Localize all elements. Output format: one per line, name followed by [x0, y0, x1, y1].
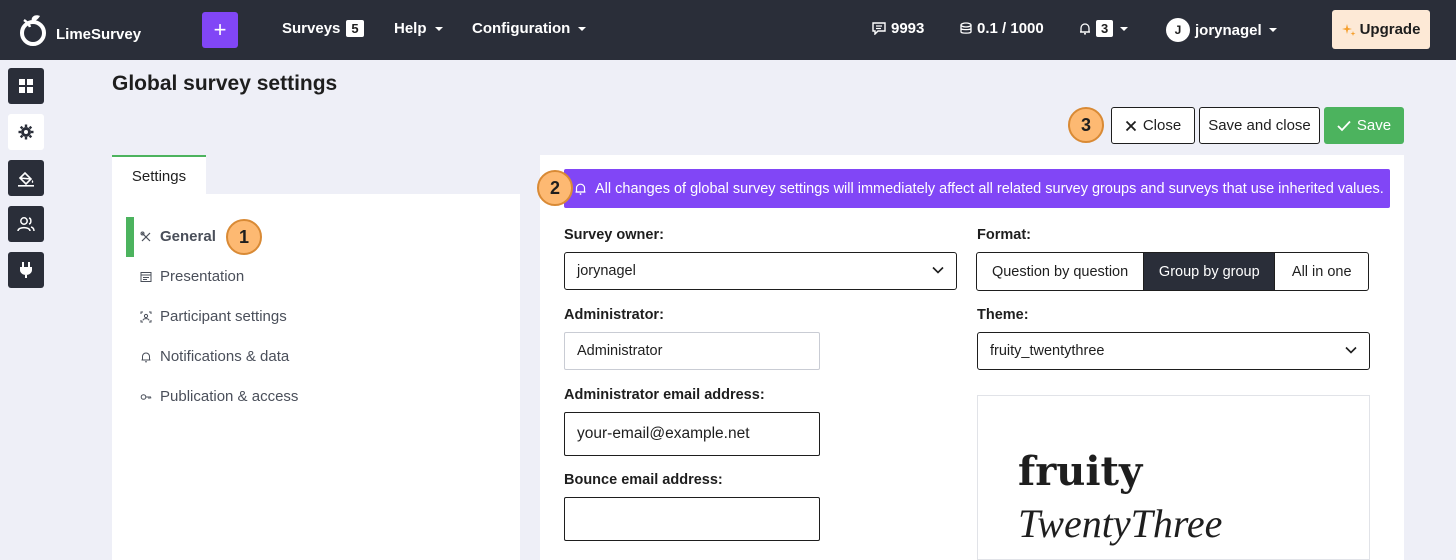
save-and-close-button[interactable]: Save and close — [1199, 107, 1320, 144]
sidebar-item-label: Participant settings — [160, 308, 287, 325]
close-button[interactable]: Close — [1111, 107, 1195, 144]
upgrade-button[interactable]: Upgrade — [1332, 10, 1430, 49]
bell-icon — [1080, 23, 1090, 35]
theme-select[interactable]: fruity_twentythree — [977, 332, 1370, 370]
chat-icon — [872, 22, 886, 35]
user-menu[interactable]: J jorynagel — [1166, 18, 1277, 42]
surveys-count-badge: 5 — [346, 20, 364, 37]
format-option-all-in-one[interactable]: All in one — [1275, 253, 1368, 290]
sidebar-item-participant-settings[interactable]: Participant settings — [140, 308, 287, 325]
callout-3: 3 — [1068, 107, 1104, 143]
administrator-label: Administrator: — [564, 307, 664, 323]
chevron-down-icon — [578, 26, 587, 31]
presentation-icon — [140, 271, 152, 282]
settings-nav-panel — [112, 194, 520, 560]
nav-configuration[interactable]: Configuration — [472, 20, 587, 37]
chevron-down-icon — [1345, 346, 1357, 354]
limesurvey-logo-icon — [20, 15, 46, 46]
save-button[interactable]: Save — [1324, 107, 1404, 144]
save-label: Save — [1356, 117, 1392, 134]
sidebar-item-presentation[interactable]: Presentation — [140, 268, 244, 285]
rail-theme-button[interactable] — [8, 160, 44, 196]
responses-stat[interactable]: 9993 — [872, 20, 924, 37]
avatar: J — [1166, 18, 1190, 42]
rail-settings-button[interactable] — [8, 114, 44, 150]
admin-email-field[interactable]: your-email@example.net — [564, 412, 820, 456]
storage-value: 0.1 / 1000 — [977, 20, 1044, 37]
sidebar-item-publication-access[interactable]: Publication & access — [140, 388, 298, 405]
theme-preview: fruity TwentyThree — [977, 395, 1370, 560]
close-icon — [1125, 120, 1136, 131]
rail-users-button[interactable] — [8, 206, 44, 242]
bounce-email-field[interactable] — [564, 497, 820, 541]
nav-surveys[interactable]: Surveys 5 — [282, 20, 364, 37]
brand-name: LimeSurvey — [56, 25, 142, 43]
chevron-down-icon — [932, 266, 944, 274]
nav-help[interactable]: Help — [394, 20, 443, 37]
tools-icon — [140, 231, 151, 241]
theme-value: fruity_twentythree — [990, 343, 1105, 359]
format-option-question-by-question[interactable]: Question by question — [977, 253, 1145, 290]
save-and-close-label: Save and close — [1208, 117, 1311, 134]
survey-owner-value: jorynagel — [577, 263, 636, 279]
key-icon — [140, 393, 152, 400]
participant-icon — [140, 311, 152, 322]
plugin-icon — [20, 262, 32, 278]
responses-count: 9993 — [891, 20, 925, 37]
format-label: Format: — [977, 227, 1031, 243]
plus-icon: + — [213, 17, 227, 42]
paint-bucket-icon — [18, 171, 34, 187]
rail-dashboard-button[interactable] — [8, 68, 44, 104]
theme-preview-subtitle: TwentyThree — [1018, 501, 1223, 546]
nav-configuration-label: Configuration — [472, 20, 571, 37]
callout-1: 1 — [226, 219, 262, 255]
tab-settings[interactable]: Settings — [112, 155, 206, 195]
page-title: Global survey settings — [112, 72, 338, 95]
bounce-email-label: Bounce email address: — [564, 472, 723, 488]
upgrade-label: Upgrade — [1359, 21, 1421, 38]
sidebar-item-label: Presentation — [160, 268, 245, 285]
administrator-field[interactable]: Administrator — [564, 332, 820, 370]
alert-text: All changes of global survey settings wi… — [595, 180, 1384, 197]
survey-owner-select[interactable]: jorynagel — [564, 252, 957, 290]
users-icon — [17, 217, 35, 232]
bell-icon — [141, 351, 151, 362]
chevron-down-icon — [1268, 28, 1277, 32]
close-label: Close — [1142, 117, 1182, 134]
format-option-group-by-group[interactable]: Group by group — [1144, 253, 1276, 290]
survey-owner-label: Survey owner: — [564, 227, 664, 243]
sidebar-item-label: General — [160, 228, 216, 245]
active-indicator — [126, 217, 134, 257]
info-alert: All changes of global survey settings wi… — [564, 169, 1390, 208]
dashboard-icon — [19, 79, 33, 93]
theme-preview-title: fruity — [1018, 448, 1143, 495]
notifications-count-badge: 3 — [1096, 20, 1114, 37]
sidebar-item-label: Notifications & data — [160, 348, 290, 365]
create-button[interactable]: + — [202, 12, 238, 48]
sidebar-item-general[interactable]: General — [140, 228, 216, 245]
theme-label: Theme: — [977, 307, 1029, 323]
gear-icon — [18, 124, 34, 140]
sidebar-item-notifications[interactable]: Notifications & data — [140, 348, 289, 365]
notifications-dropdown[interactable]: 3 — [1079, 20, 1129, 37]
brand-logo[interactable]: LimeSurvey — [18, 12, 141, 48]
database-icon — [960, 22, 972, 34]
top-navbar: LimeSurvey + Surveys 5 Help Configuratio… — [0, 0, 1456, 60]
chevron-down-icon — [1120, 26, 1129, 31]
callout-2: 2 — [537, 170, 573, 206]
nav-help-label: Help — [394, 20, 427, 37]
chevron-down-icon — [434, 26, 443, 31]
nav-surveys-label: Surveys — [282, 20, 341, 37]
sparkle-icon — [1341, 23, 1356, 36]
rail-plugins-button[interactable] — [8, 252, 44, 288]
storage-stat[interactable]: 0.1 / 1000 — [960, 20, 1044, 37]
sidebar-item-label: Publication & access — [160, 388, 299, 405]
checkmark-icon — [1337, 120, 1351, 131]
bell-icon — [575, 183, 586, 195]
admin-email-label: Administrator email address: — [564, 387, 765, 403]
username: jorynagel — [1195, 21, 1262, 39]
format-segmented-control: Question by question Group by group All … — [976, 252, 1369, 291]
